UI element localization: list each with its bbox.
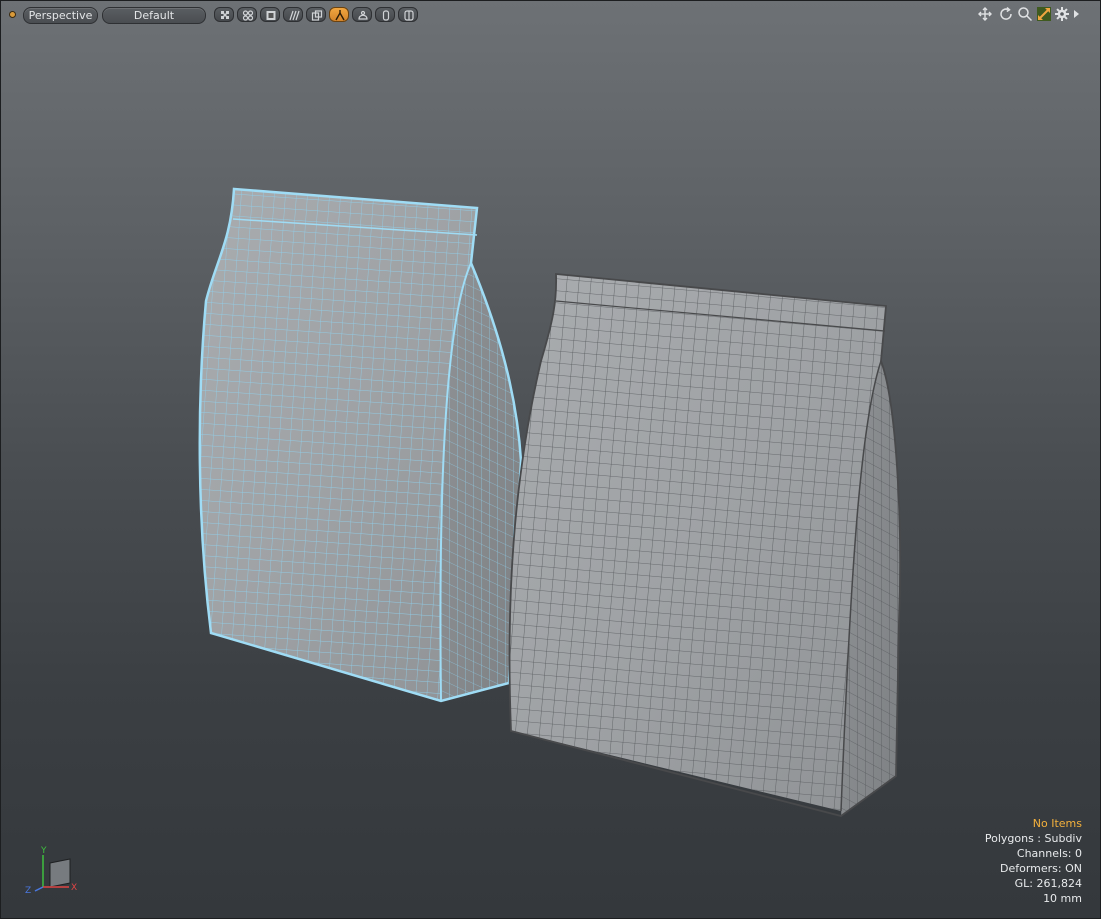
viewport-menu-dot[interactable] — [9, 11, 16, 18]
channels-count: Channels: 0 — [1016, 847, 1082, 860]
axis-gizmo: Y X Z — [25, 846, 77, 896]
expand-arrow-icon[interactable] — [1072, 6, 1088, 22]
vertex-display-icon[interactable] — [237, 7, 257, 22]
fit-view-icon[interactable] — [1036, 6, 1052, 22]
axis-x-label: X — [71, 883, 77, 893]
viewport-info-overlay: No Items Polygons : Subdiv Channels: 0 D… — [985, 816, 1082, 906]
view-style-dropdown[interactable]: Default — [102, 7, 206, 24]
bag-mesh[interactable] — [501, 266, 906, 826]
3d-viewport[interactable]: Perspective Default Y X Z No Items Polyg… — [0, 0, 1101, 919]
move-view-icon[interactable] — [977, 6, 993, 22]
grid-scale: 10 mm — [1043, 892, 1082, 905]
selected-bag-mesh[interactable] — [191, 181, 531, 721]
polygons-mode: Polygons : Subdiv — [984, 832, 1082, 845]
view-type-dropdown[interactable]: Perspective — [23, 7, 98, 24]
viewport-toolbar: Perspective Default — [1, 1, 1100, 27]
texture-shade-icon[interactable] — [306, 7, 326, 22]
settings-gear-icon[interactable] — [1054, 6, 1070, 22]
wire-shade-icon[interactable] — [283, 7, 303, 22]
ambient-occlusion-icon[interactable] — [398, 7, 418, 22]
z-axis-line — [34, 886, 44, 892]
zoom-view-icon[interactable] — [1017, 6, 1033, 22]
rotate-view-icon[interactable] — [998, 6, 1014, 22]
axis-z-label: Z — [25, 886, 31, 896]
deformers-status: Deformers: ON — [1000, 862, 1082, 875]
gl-polygon-count: GL: 261,824 — [1014, 877, 1082, 890]
scene-canvas[interactable] — [1, 1, 1101, 919]
advanced-shade-icon[interactable] — [329, 7, 349, 22]
solid-shade-icon[interactable] — [260, 7, 280, 22]
selection-status: No Items — [1032, 817, 1082, 830]
axis-y-label: Y — [40, 846, 47, 856]
reflection-shade-icon[interactable] — [352, 7, 372, 22]
shadow-shade-icon[interactable] — [375, 7, 395, 22]
checker-display-icon[interactable] — [214, 7, 234, 22]
